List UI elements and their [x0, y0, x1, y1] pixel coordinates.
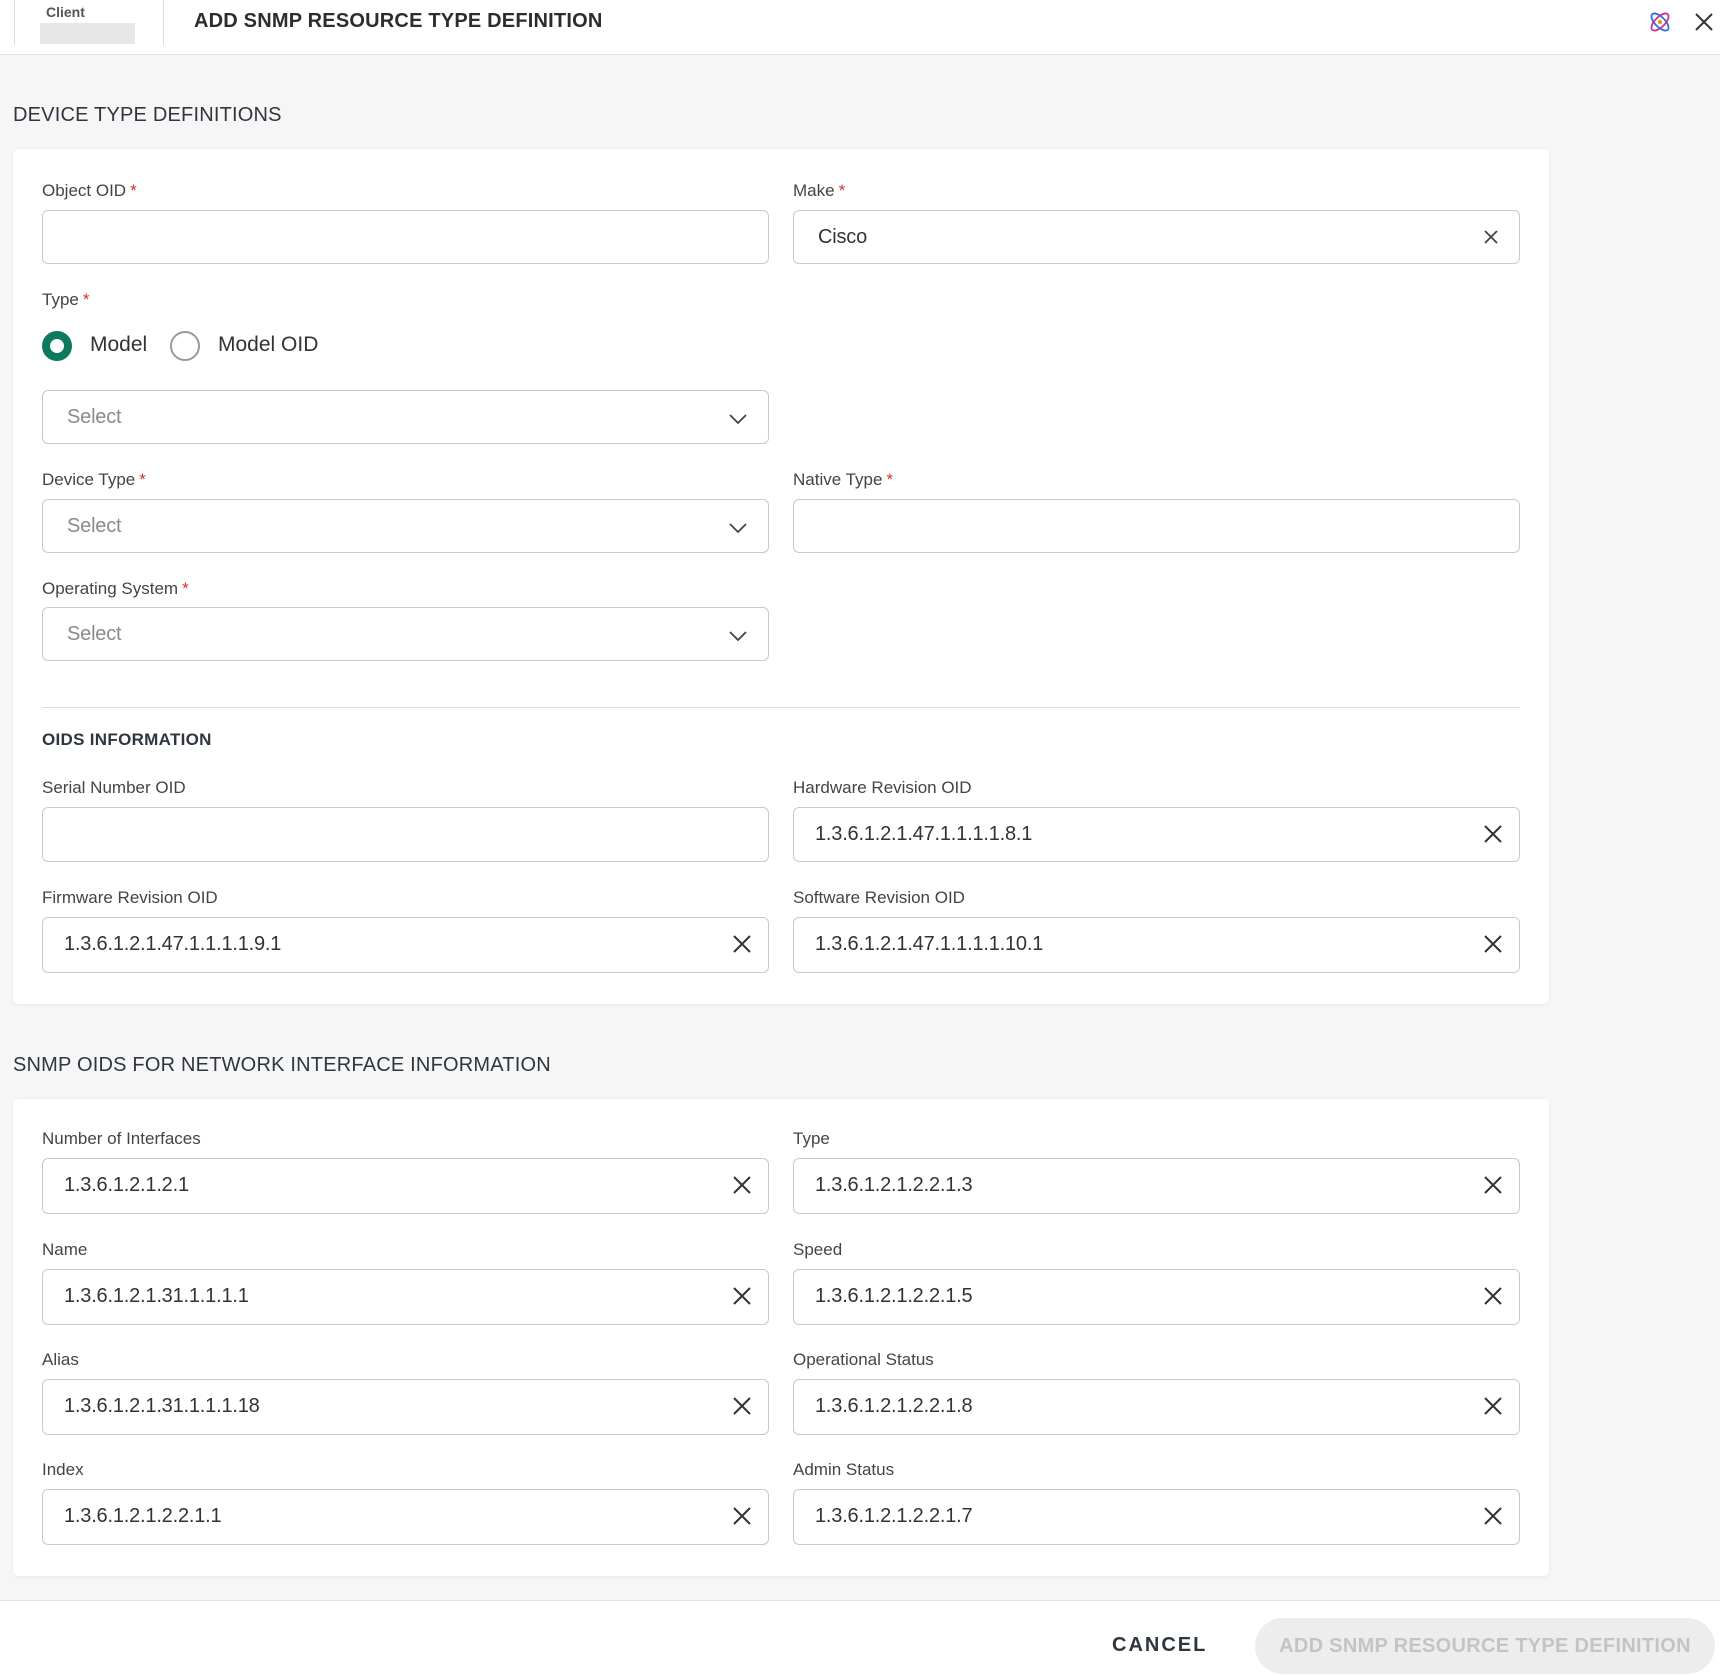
admin-status-label: Admin Status	[793, 1460, 895, 1479]
client-logo-box: Client	[14, 0, 164, 45]
clear-icon[interactable]	[730, 1284, 754, 1308]
number-of-interfaces-label: Number of Interfaces	[42, 1129, 201, 1148]
number-of-interfaces-value: 1.3.6.1.2.1.2.1	[64, 1174, 189, 1196]
operating-system-select[interactable]: Select	[42, 607, 769, 661]
object-oid-input[interactable]	[42, 210, 769, 264]
model-select[interactable]: Select	[42, 390, 769, 444]
interface-name-value: 1.3.6.1.2.1.31.1.1.1.1	[64, 1285, 249, 1307]
interface-speed-label: Speed	[793, 1240, 843, 1259]
interface-name-input[interactable]: 1.3.6.1.2.1.31.1.1.1.1	[42, 1269, 769, 1325]
type-model-oid-label[interactable]: Model OID	[218, 333, 318, 357]
hardware-revision-oid-input[interactable]: 1.3.6.1.2.1.47.1.1.1.1.8.1	[793, 807, 1520, 862]
native-type-label: Native Type *	[793, 470, 894, 489]
model-select-placeholder: Select	[67, 406, 122, 428]
device-type-definitions-heading: DEVICE TYPE DEFINITIONS	[13, 104, 282, 126]
clear-icon[interactable]	[1481, 1173, 1505, 1197]
software-revision-oid-label: Software Revision OID	[793, 888, 965, 907]
oids-information-heading: OIDS INFORMATION	[42, 730, 212, 749]
interface-index-input[interactable]: 1.3.6.1.2.1.2.2.1.1	[42, 1489, 769, 1545]
interface-type-label: Type	[793, 1129, 830, 1148]
software-revision-oid-input[interactable]: 1.3.6.1.2.1.47.1.1.1.1.10.1	[793, 917, 1520, 973]
device-type-placeholder: Select	[67, 515, 122, 537]
interface-index-label: Index	[42, 1460, 84, 1479]
clear-icon[interactable]	[1481, 1504, 1505, 1528]
clear-icon[interactable]	[730, 932, 754, 956]
serial-number-oid-input[interactable]	[42, 807, 769, 862]
operating-system-label: Operating System *	[42, 579, 189, 598]
interface-alias-value: 1.3.6.1.2.1.31.1.1.1.18	[64, 1395, 260, 1417]
type-model-oid-radio[interactable]	[170, 331, 200, 361]
device-type-label: Device Type *	[42, 470, 146, 489]
operating-system-placeholder: Select	[67, 623, 122, 645]
clear-icon[interactable]	[1481, 932, 1505, 956]
network-interface-heading: SNMP OIDS FOR NETWORK INTERFACE INFORMAT…	[13, 1054, 551, 1076]
operational-status-label: Operational Status	[793, 1350, 934, 1369]
cancel-button[interactable]: CANCEL	[1112, 1634, 1207, 1657]
operational-status-value: 1.3.6.1.2.1.2.2.1.8	[815, 1395, 973, 1417]
type-model-radio[interactable]	[42, 331, 72, 361]
modal-header: Client ADD SNMP RESOURCE TYPE DEFINITION	[0, 0, 1720, 55]
clear-icon[interactable]	[1481, 1284, 1505, 1308]
firmware-revision-oid-label: Firmware Revision OID	[42, 888, 218, 907]
clear-icon[interactable]	[730, 1504, 754, 1528]
type-label: Type *	[42, 290, 90, 309]
clear-icon[interactable]	[1481, 1394, 1505, 1418]
device-type-definitions-card	[13, 149, 1549, 1004]
app-logo-icon	[1650, 12, 1670, 32]
hardware-revision-oid-label: Hardware Revision OID	[793, 778, 972, 797]
device-type-select[interactable]: Select	[42, 499, 769, 553]
software-revision-oid-value: 1.3.6.1.2.1.47.1.1.1.1.10.1	[815, 933, 1044, 955]
firmware-revision-oid-input[interactable]: 1.3.6.1.2.1.47.1.1.1.1.9.1	[42, 917, 769, 973]
chevron-down-icon	[729, 631, 747, 642]
client-label: Client	[46, 4, 85, 20]
number-of-interfaces-input[interactable]: 1.3.6.1.2.1.2.1	[42, 1158, 769, 1214]
make-input[interactable]: Cisco	[793, 210, 1520, 264]
interface-speed-input[interactable]: 1.3.6.1.2.1.2.2.1.5	[793, 1269, 1520, 1325]
clear-icon[interactable]	[730, 1173, 754, 1197]
firmware-revision-oid-value: 1.3.6.1.2.1.47.1.1.1.1.9.1	[64, 933, 282, 955]
interface-alias-input[interactable]: 1.3.6.1.2.1.31.1.1.1.18	[42, 1379, 769, 1435]
modal-title: ADD SNMP RESOURCE TYPE DEFINITION	[194, 10, 603, 32]
add-snmp-resource-type-definition-button[interactable]: ADD SNMP RESOURCE TYPE DEFINITION	[1255, 1618, 1715, 1674]
type-model-label[interactable]: Model	[90, 333, 147, 357]
chevron-down-icon	[729, 523, 747, 534]
object-oid-label: Object OID *	[42, 181, 137, 200]
client-logo-placeholder	[40, 23, 135, 44]
clear-icon[interactable]	[730, 1394, 754, 1418]
make-value: Cisco	[818, 226, 868, 248]
serial-number-oid-label: Serial Number OID	[42, 778, 186, 797]
admin-status-value: 1.3.6.1.2.1.2.2.1.7	[815, 1505, 973, 1527]
hardware-revision-oid-value: 1.3.6.1.2.1.47.1.1.1.1.8.1	[815, 823, 1033, 845]
interface-alias-label: Alias	[42, 1350, 79, 1369]
operational-status-input[interactable]: 1.3.6.1.2.1.2.2.1.8	[793, 1379, 1520, 1435]
interface-type-input[interactable]: 1.3.6.1.2.1.2.2.1.3	[793, 1158, 1520, 1214]
section-divider	[42, 707, 1520, 708]
interface-index-value: 1.3.6.1.2.1.2.2.1.1	[64, 1505, 222, 1527]
interface-speed-value: 1.3.6.1.2.1.2.2.1.5	[815, 1285, 973, 1307]
admin-status-input[interactable]: 1.3.6.1.2.1.2.2.1.7	[793, 1489, 1520, 1545]
interface-type-value: 1.3.6.1.2.1.2.2.1.3	[815, 1174, 973, 1196]
clear-icon[interactable]	[1481, 822, 1505, 846]
native-type-input[interactable]	[793, 499, 1520, 553]
chevron-down-icon	[729, 414, 747, 425]
clear-icon[interactable]	[1481, 227, 1501, 247]
interface-name-label: Name	[42, 1240, 88, 1259]
close-icon[interactable]	[1691, 9, 1717, 35]
make-label: Make *	[793, 181, 846, 200]
